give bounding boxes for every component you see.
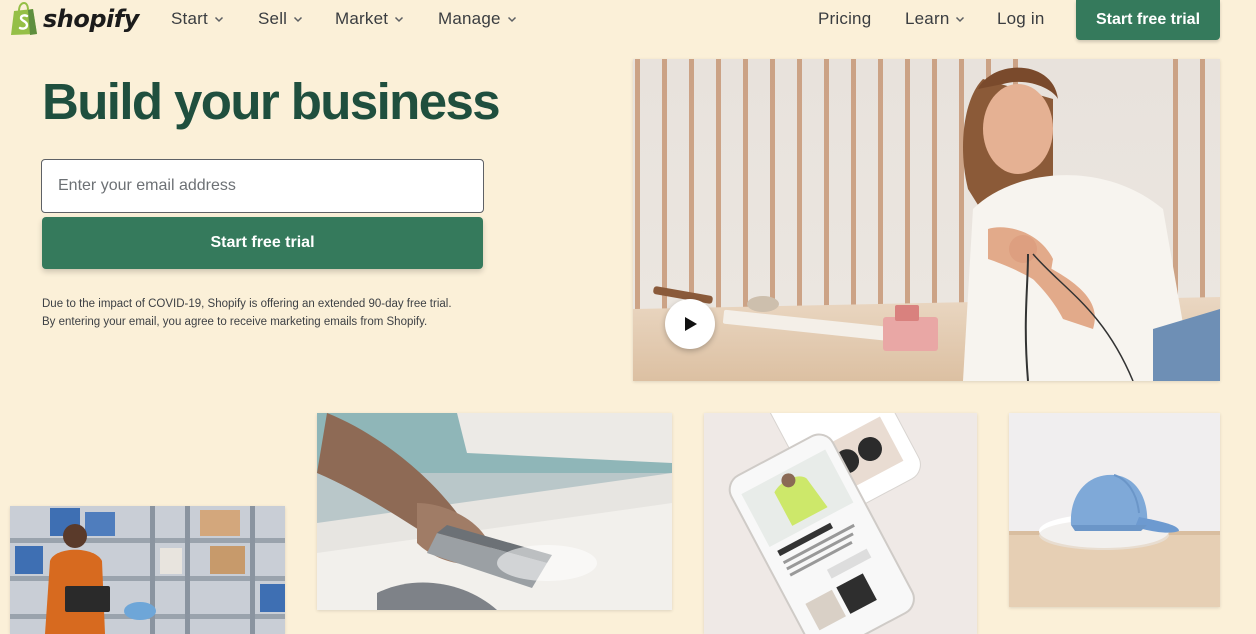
chevron-down-icon	[294, 16, 303, 23]
covid-disclaimer: Due to the impact of COVID-19, Shopify i…	[42, 298, 452, 328]
play-video-button[interactable]	[665, 299, 715, 349]
nav-item-sell[interactable]: Sell	[258, 9, 303, 29]
nav-item-label: Sell	[258, 9, 288, 28]
image-woodworking	[317, 413, 672, 610]
nav-item-market[interactable]: Market	[335, 9, 404, 29]
nav-login-label: Log in	[997, 9, 1045, 28]
nav-pricing-label: Pricing	[818, 9, 872, 28]
image-warehouse-worker	[10, 506, 285, 634]
header-start-trial-button[interactable]: Start free trial	[1076, 0, 1220, 40]
nav-item-manage[interactable]: Manage	[438, 9, 517, 29]
chevron-down-icon	[507, 16, 516, 23]
shopping-bag-icon	[11, 2, 37, 35]
nav-item-start[interactable]: Start	[171, 9, 224, 29]
nav-item-label: Manage	[438, 9, 501, 28]
nav-item-learn[interactable]: Learn	[905, 9, 965, 29]
email-input[interactable]	[41, 159, 484, 213]
logo-wordmark: shopify	[43, 5, 139, 33]
nav-pricing-link[interactable]: Pricing	[818, 9, 871, 29]
shopify-logo[interactable]: shopify	[9, 1, 139, 37]
nav-item-label: Market	[335, 9, 389, 28]
hero-title: Build your business	[42, 73, 501, 130]
play-icon	[685, 317, 697, 331]
chevron-down-icon	[214, 16, 223, 23]
image-blue-cap	[1009, 413, 1220, 607]
top-navigation: shopify Start Sell Market Manage Pricing…	[0, 0, 1256, 40]
nav-item-label: Learn	[905, 9, 950, 28]
chevron-down-icon	[956, 16, 965, 23]
start-trial-button[interactable]: Start free trial	[42, 217, 483, 269]
hero-image-artisan	[633, 59, 1220, 381]
nav-login-link[interactable]: Log in	[997, 9, 1045, 29]
image-mobile-store	[704, 413, 977, 634]
chevron-down-icon	[395, 16, 404, 23]
nav-item-label: Start	[171, 9, 208, 28]
